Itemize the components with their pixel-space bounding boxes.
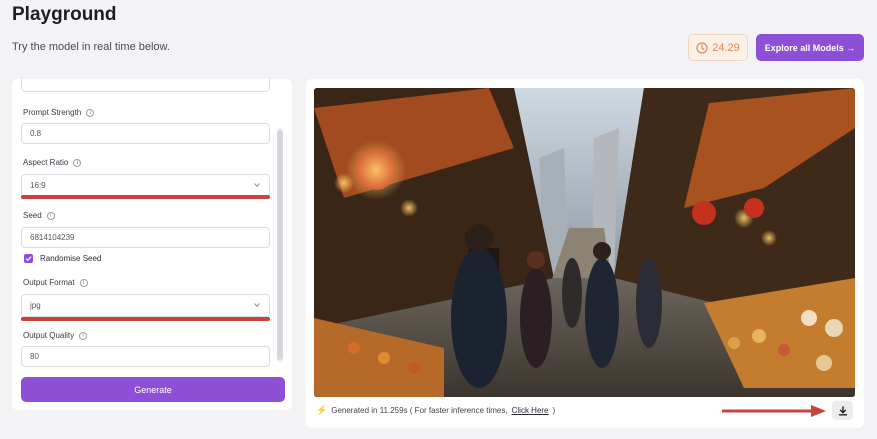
- aspect-ratio-select[interactable]: 16:9: [21, 174, 270, 197]
- download-button[interactable]: [832, 401, 853, 420]
- form-scrollbar[interactable]: [277, 128, 283, 362]
- output-quality-label: Output Quality i: [23, 331, 88, 340]
- info-icon[interactable]: i: [79, 331, 88, 340]
- clock-icon: [696, 41, 708, 54]
- bolt-icon: ⚡: [316, 405, 328, 415]
- annotation-underline: [21, 195, 270, 199]
- scrollbar-thumb[interactable]: [277, 130, 283, 360]
- check-icon: [25, 256, 32, 262]
- info-icon[interactable]: i: [79, 278, 88, 287]
- info-icon[interactable]: i: [73, 158, 82, 167]
- prompt-strength-input[interactable]: 0.8: [21, 123, 270, 144]
- annotation-arrow: [722, 405, 826, 417]
- generate-button[interactable]: Generate: [21, 377, 285, 402]
- chevron-down-icon: [254, 303, 260, 307]
- chevron-down-icon: [254, 183, 260, 187]
- page-title: Playground: [12, 4, 117, 25]
- previous-field[interactable]: [21, 78, 270, 92]
- randomise-seed-label: Randomise Seed: [40, 254, 102, 263]
- output-quality-input[interactable]: 80: [21, 346, 270, 367]
- generation-suffix: ): [552, 406, 556, 415]
- click-here-link[interactable]: Click Here: [512, 406, 549, 415]
- credits-badge: 24.29: [688, 34, 748, 61]
- annotation-underline: [21, 317, 270, 321]
- page-subtitle: Try the model in real time below.: [12, 41, 170, 53]
- generation-time-text: Generated in 11.259s ( For faster infere…: [331, 406, 508, 415]
- download-icon: [838, 405, 847, 415]
- prompt-strength-label: Prompt Strength i: [23, 108, 95, 117]
- output-format-select[interactable]: jpg: [21, 294, 270, 317]
- credits-value: 24.29: [712, 41, 740, 54]
- explore-models-button[interactable]: Explore all Models →: [756, 34, 864, 61]
- generated-image: [314, 88, 855, 397]
- info-icon[interactable]: i: [46, 211, 55, 220]
- generation-info: ⚡ Generated in 11.259s ( For faster infe…: [316, 405, 555, 416]
- aspect-ratio-label: Aspect Ratio i: [23, 158, 82, 167]
- randomise-seed-row[interactable]: Randomise Seed: [24, 254, 101, 263]
- info-icon[interactable]: i: [86, 108, 95, 117]
- seed-input[interactable]: 6814104239: [21, 227, 270, 248]
- seed-label: Seed i: [23, 211, 55, 220]
- output-format-label: Output Format i: [23, 278, 88, 287]
- randomise-seed-checkbox[interactable]: [24, 254, 33, 263]
